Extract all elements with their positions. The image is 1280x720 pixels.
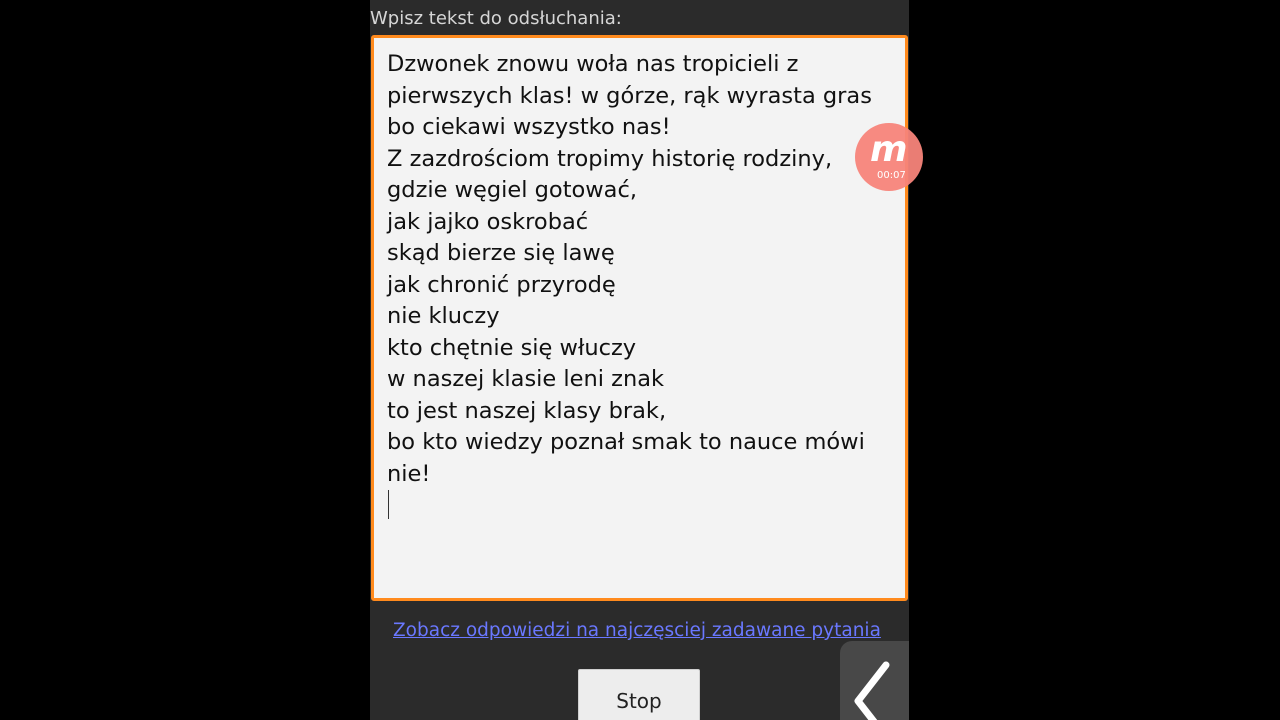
prompt-label: Wpisz tekst do odsłuchania: bbox=[370, 8, 622, 29]
tts-text-input[interactable]: Dzwonek znowu woła nas tropicieli z pier… bbox=[371, 35, 908, 601]
chevron-left-icon bbox=[854, 661, 890, 720]
stop-button[interactable]: Stop bbox=[578, 669, 700, 720]
screen-recorder-bubble[interactable]: m 00:07 bbox=[855, 123, 923, 191]
app-screen: Wpisz tekst do odsłuchania: Dzwonek znow… bbox=[370, 0, 909, 720]
recorder-elapsed-time: 00:07 bbox=[877, 170, 906, 181]
text-cursor bbox=[388, 490, 389, 519]
recorder-logo-icon: m bbox=[870, 129, 908, 170]
tts-text-value[interactable]: Dzwonek znowu woła nas tropicieli z pier… bbox=[387, 49, 897, 490]
faq-link[interactable]: Zobacz odpowiedzi na najczęsciej zadawan… bbox=[393, 620, 881, 641]
back-button[interactable] bbox=[840, 641, 909, 720]
